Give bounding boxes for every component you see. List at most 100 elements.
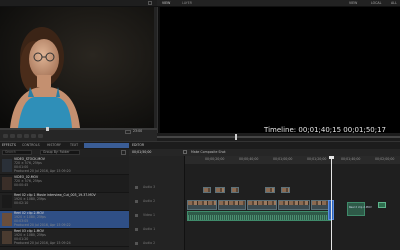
timeline-tracks[interactable]: Reel 2 clip 2.MOV (185, 164, 400, 250)
clip-meta: Produced 20 Jul 2016, Apr 15 09:20 (14, 169, 71, 173)
clip-thumbstrip (219, 201, 245, 205)
browser-toolbar: Search Group By: Folder (0, 149, 129, 157)
ruler-tick-label: 00;02;00;00 (375, 157, 395, 161)
tab-editor[interactable]: EDITOR (132, 143, 144, 147)
audio-clip[interactable] (187, 211, 331, 221)
interview-woman-image (0, 7, 154, 128)
source-zoom-label: 23:00 (133, 129, 143, 133)
editor-playhead[interactable] (331, 156, 332, 250)
mark-in-icon[interactable] (31, 134, 36, 138)
view-dropdown[interactable]: VIEW (349, 1, 357, 5)
add-icon[interactable] (121, 150, 126, 155)
track-visibility-icon[interactable] (135, 214, 138, 217)
program-video-frame[interactable]: Timeline: 00;01;40;15 00;01;50;17 (160, 7, 400, 134)
step-forward-icon[interactable] (17, 134, 22, 138)
video-clip[interactable] (247, 200, 277, 210)
editor-playhead-handle[interactable] (329, 156, 334, 159)
video-clip[interactable] (278, 200, 310, 210)
tab-history[interactable]: HISTORY (47, 143, 61, 147)
ruler-tick-label: 00;01;40;00 (341, 157, 361, 161)
clip-thumbnail (2, 195, 12, 208)
media-list-item[interactable]: Reel 03 clip 1.MOV 1920 × 1080, 25fps 00:0… (0, 229, 129, 247)
browser-active-indicator (84, 143, 129, 148)
media-list-item[interactable]: Reel 02 clip 2.MOV 1920 × 1080, 25fps 00:0… (0, 211, 129, 229)
audio-waveform (188, 215, 330, 220)
program-playhead[interactable] (235, 134, 237, 140)
clip-thumbstrip (248, 201, 276, 205)
video-clip[interactable] (281, 187, 290, 193)
track-visibility-icon[interactable] (135, 228, 138, 231)
editor-toolbar: 00;01;50;00 Make Composite Shot (129, 149, 400, 156)
clip-marker[interactable] (378, 202, 386, 208)
sequence-name[interactable]: Make Composite Shot (191, 150, 226, 154)
clip-thumbstrip (279, 201, 309, 205)
sequence-icon[interactable] (183, 150, 187, 154)
source-viewer-tabbar (0, 0, 157, 7)
ruler-tick-label: 00;00;20;00 (205, 157, 225, 161)
track-visibility-icon[interactable] (135, 186, 138, 189)
media-list-item[interactable]: VIDEO_STOCK.MOV 720 × 576, 25fps 00:01:00 P… (0, 157, 129, 175)
ruler-tick-label: 00;01;20;00 (307, 157, 327, 161)
clip-thumbstrip (188, 201, 216, 205)
ruler-tick-label: 00;01;00;00 (273, 157, 293, 161)
loop-icon[interactable] (24, 134, 29, 138)
play-icon[interactable] (10, 134, 15, 138)
side-audio-clip[interactable]: Reel 2 clip 2.MOV (347, 202, 372, 216)
clip-meta: Produced 20 Jul 2016, Apr 15 09:24 (14, 241, 71, 245)
track-label: Audio 2 (143, 241, 156, 245)
group-by-dropdown[interactable]: Group By: Folder (40, 150, 80, 155)
tab-effects[interactable]: EFFECTS (2, 143, 16, 147)
track-headers: Audio 3 Audio 2 Video 1 Audio 1 Audio 2 (129, 156, 185, 250)
clip-thumbstrip (282, 188, 289, 192)
program-scrubber[interactable] (157, 136, 400, 138)
video-clip[interactable] (187, 200, 217, 210)
search-input[interactable]: Search (2, 150, 32, 155)
video-clip[interactable] (265, 187, 275, 193)
video-clip[interactable] (218, 200, 246, 210)
fit-icon[interactable] (125, 130, 131, 134)
scale-dropdown[interactable]: LOCAL (371, 1, 381, 5)
media-list-item[interactable]: Reel 02 clip 1 Movie interview_Cut_003_1… (0, 193, 129, 211)
mode-dropdown[interactable]: ALL (391, 1, 397, 5)
source-transport-bar: 23:00 (0, 127, 157, 141)
track-visibility-icon[interactable] (135, 242, 138, 245)
clip-thumbnail (2, 177, 12, 190)
track-label: Audio 1 (143, 227, 156, 231)
panel-menu-icon[interactable] (148, 1, 152, 5)
clip-thumbstrip (216, 188, 224, 192)
editor-tabbar: EDITOR (129, 142, 400, 149)
media-list: VIDEO_STOCK.MOV 720 × 576, 25fps 00:01:00 P… (0, 157, 129, 250)
track-visibility-icon[interactable] (135, 200, 138, 203)
step-back-icon[interactable] (3, 134, 8, 138)
browser-tabbar: EFFECTS CONTROLS HISTORY TEXT (0, 142, 129, 149)
mark-out-icon[interactable] (38, 134, 43, 138)
clip-thumbnail (2, 213, 12, 226)
side-clip-label: Reel 2 clip 2.MOV (349, 206, 372, 209)
clip-meta: 00:00:45 (14, 183, 29, 187)
track-label: Audio 2 (143, 199, 156, 203)
video-clip[interactable] (203, 187, 211, 193)
program-transport-bar (157, 133, 400, 141)
track-label: Video 1 (143, 213, 155, 217)
tab-layer[interactable]: LAYER (182, 1, 192, 5)
clip-thumbnail (2, 159, 12, 172)
clip-thumbstrip (204, 188, 210, 192)
video-clip[interactable] (231, 187, 239, 193)
clip-meta: 00:02:10 (14, 201, 29, 205)
media-list-item[interactable]: VIDEO_02.MOV 720 × 576, 25fps 00:00:45 (0, 175, 129, 193)
track-label: Audio 3 (143, 185, 156, 189)
clip-thumbnail (2, 231, 12, 244)
source-playhead[interactable] (46, 127, 49, 131)
clip-thumbstrip (232, 188, 238, 192)
program-viewer-tabbar: VIEW LAYER VIEW LOCAL ALL (157, 0, 400, 7)
tab-controls[interactable]: CONTROLS (22, 143, 40, 147)
clip-meta: Produced 20 Jul 2016, Apr 15 09:22 (14, 223, 71, 227)
editor-timecode: 00;01;50;00 (132, 150, 152, 154)
source-video-frame[interactable] (0, 7, 154, 128)
tab-text[interactable]: TEXT (70, 143, 78, 147)
video-clip[interactable] (215, 187, 225, 193)
ruler-tick-label: 00;00;40;00 (239, 157, 259, 161)
tab-view[interactable]: VIEW (162, 1, 170, 5)
clip-thumbstrip (266, 188, 274, 192)
timeline-ruler[interactable]: 00;00;20;00 00;00;40;00 00;01;00;00 00;01;2… (185, 156, 400, 164)
